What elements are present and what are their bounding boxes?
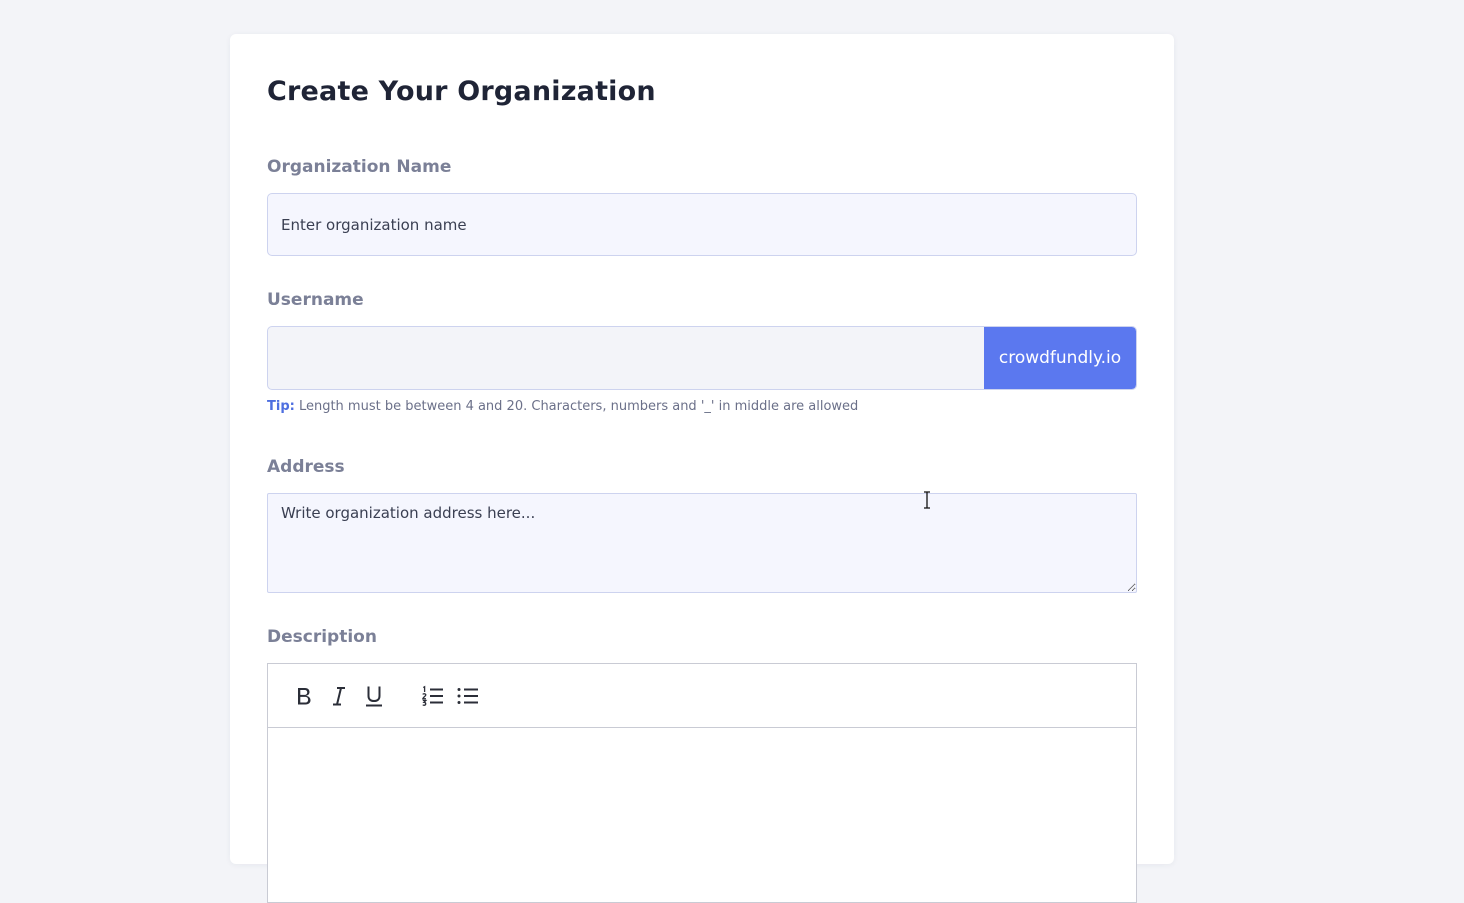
create-organization-card: Create Your Organization Organization Na… xyxy=(230,34,1174,903)
italic-button[interactable] xyxy=(321,681,356,711)
ordered-list-button[interactable] xyxy=(415,681,450,711)
bullet-list-icon xyxy=(457,687,478,704)
organization-name-label: Organization Name xyxy=(267,157,452,177)
username-tip: Tip: Length must be between 4 and 20. Ch… xyxy=(267,399,858,414)
organization-name-input[interactable] xyxy=(267,193,1137,256)
username-input[interactable] xyxy=(268,327,984,389)
underline-button[interactable] xyxy=(356,681,391,711)
domain-suffix: crowdfundly.io xyxy=(984,327,1136,389)
username-input-group: crowdfundly.io xyxy=(267,326,1137,390)
username-label: Username xyxy=(267,290,364,310)
text-cursor-icon xyxy=(924,491,930,509)
ordered-list-icon xyxy=(421,685,443,706)
description-editor xyxy=(267,663,1137,903)
italic-icon xyxy=(332,686,345,705)
editor-toolbar xyxy=(268,664,1136,728)
tip-label: Tip: xyxy=(267,399,295,414)
bold-button[interactable] xyxy=(286,681,321,711)
bold-icon xyxy=(297,687,310,704)
tip-text: Length must be between 4 and 20. Charact… xyxy=(294,399,859,414)
address-label: Address xyxy=(267,457,345,477)
page-title: Create Your Organization xyxy=(267,76,656,107)
description-label: Description xyxy=(267,627,377,647)
bullet-list-button[interactable] xyxy=(450,681,485,711)
underline-icon xyxy=(365,686,382,706)
description-editor-body[interactable] xyxy=(268,728,1136,903)
address-textarea[interactable] xyxy=(267,493,1137,593)
